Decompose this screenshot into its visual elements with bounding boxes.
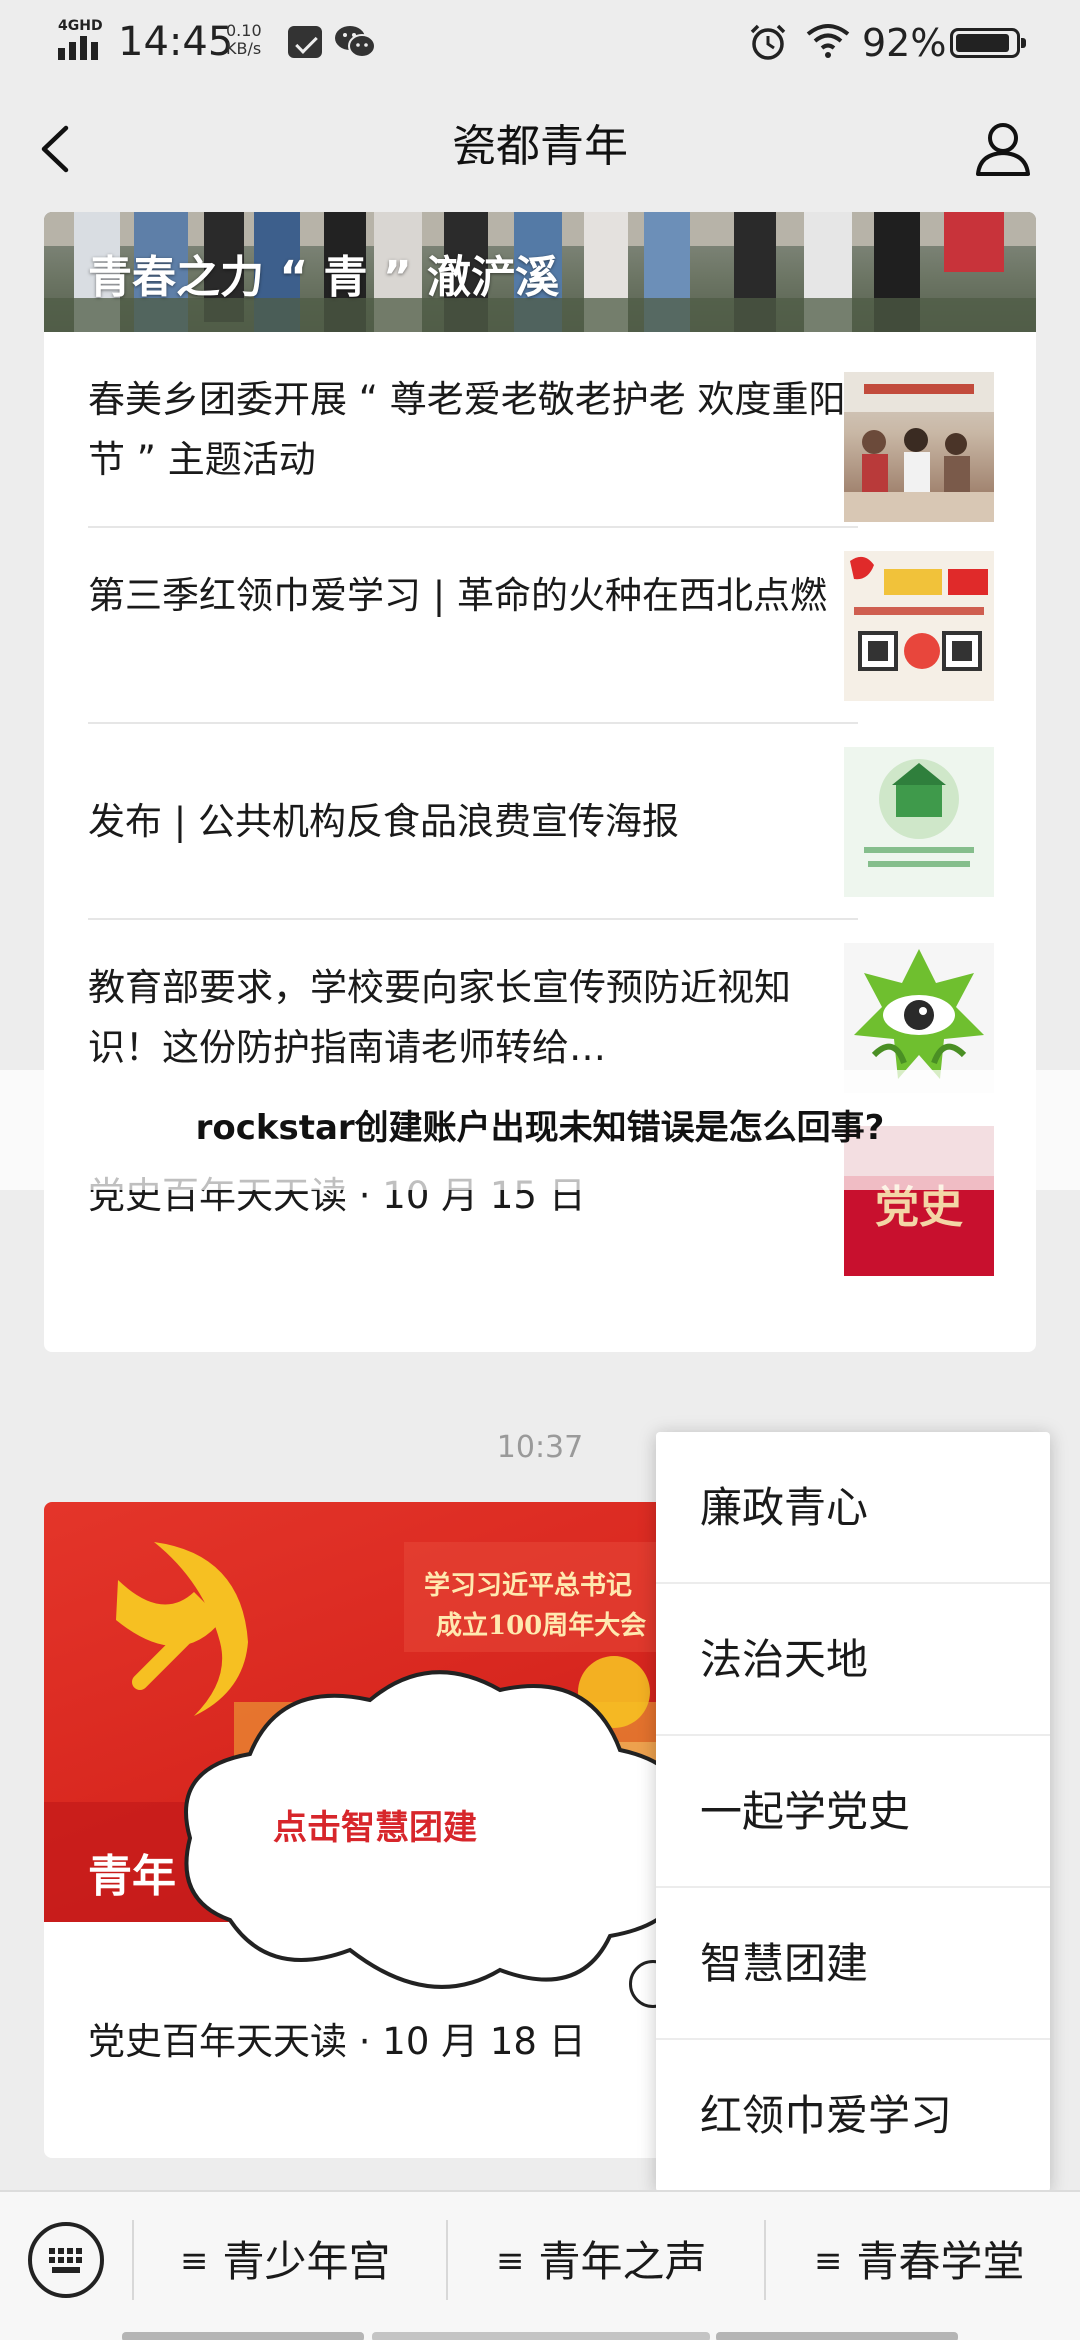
news-title: 春美乡团委开展 “ 尊老爱老敬老护老 欢度重阳节 ” 主题活动 — [88, 378, 846, 481]
keyboard-icon — [49, 2248, 82, 2273]
bottom-menu-youth-voice[interactable]: ≡ 青年之声 — [496, 2226, 707, 2296]
battery-percent: 92% — [862, 21, 947, 65]
callout-text: 点击智慧团建 — [273, 1808, 477, 1848]
news-title: 教育部要求，学校要向家长宣传预防近视知识！这份防护指南请老师转给… — [88, 966, 791, 1069]
menu-item-label: 廉政青心 — [700, 1483, 869, 1532]
network-speed: 0.10 KB/s — [226, 22, 286, 58]
menu-item-red-scarf-study[interactable]: 红领巾爱学习 — [656, 2040, 1050, 2192]
news-thumbnail — [844, 747, 994, 897]
banner-line-2: 成立100周年大会 — [436, 1610, 646, 1641]
status-bar: 4GHD 14:45 0.10 KB/s 92% — [0, 0, 1080, 86]
keyboard-toggle-button[interactable] — [28, 2222, 104, 2298]
hero-banner[interactable]: 青春之力 “ 青 ” 澈浐溪 — [44, 212, 1036, 332]
menu-item-label: 法治天地 — [700, 1635, 869, 1684]
news-title: 发布 | 公共机构反食品浪费宣传海报 — [88, 800, 679, 843]
battery-fill — [956, 34, 1009, 52]
profile-icon[interactable] — [970, 116, 1036, 182]
speed-value: 0.10 — [226, 21, 262, 40]
menu-item-clean-governance[interactable]: 廉政青心 — [656, 1432, 1050, 1584]
notification-icon — [288, 26, 322, 58]
bottom-menu-youth-palace[interactable]: ≡ 青少年宫 — [180, 2226, 391, 2296]
bottom-menu-youth-school[interactable]: ≡ 青春学堂 — [814, 2226, 1025, 2296]
menu-list-icon: ≡ — [814, 2241, 843, 2281]
divider — [764, 2220, 766, 2300]
signal-icon — [58, 36, 98, 60]
news-item[interactable]: 春美乡团委开展 “ 尊老爱老敬老护老 欢度重阳节 ” 主题活动 — [44, 332, 1036, 528]
divider — [446, 2220, 448, 2300]
cover-caption: 青年 — [88, 1851, 176, 1902]
alarm-icon — [750, 24, 786, 60]
bottom-menu-label: 青年之声 — [538, 2237, 707, 2286]
news-thumbnail — [844, 372, 994, 522]
battery-icon — [950, 28, 1026, 58]
news-thumbnail — [844, 551, 994, 701]
status-time: 14:45 — [118, 19, 234, 65]
menu-item-label: 智慧团建 — [700, 1939, 869, 1988]
page-title: 瓷都青年 — [452, 121, 628, 172]
bottom-menu-label: 青少年宫 — [222, 2237, 391, 2286]
scroll-indicator — [372, 2332, 710, 2340]
news-item[interactable]: 发布 | 公共机构反食品浪费宣传海报 — [44, 724, 1036, 920]
banner-line-1: 学习习近平总书记 — [424, 1570, 632, 1601]
overlay-question: rockstar创建账户出现未知错误是怎么回事? — [195, 1108, 885, 1148]
hero-caption: 青春之力 “ 青 ” 澈浐溪 — [88, 252, 560, 303]
wechat-icon — [335, 26, 376, 58]
news-item[interactable]: 第三季红领巾爱学习 | 革命的火种在西北点燃 — [44, 528, 1036, 724]
menu-item-label: 红领巾爱学习 — [700, 2091, 953, 2140]
article-subtitle: 党史百年天天读 · 10 月 18 日 — [88, 2020, 586, 2063]
wifi-icon — [806, 24, 850, 58]
menu-item-smart-league[interactable]: 智慧团建 — [656, 1888, 1050, 2040]
divider — [132, 2220, 134, 2300]
poster-graphic — [844, 551, 994, 701]
menu-item-study-party-history[interactable]: 一起学党史 — [656, 1736, 1050, 1888]
speed-unit: KB/s — [226, 39, 262, 58]
scroll-indicator — [716, 2332, 958, 2340]
nav-bar: 瓷都青年 — [0, 86, 1080, 212]
news-title: 第三季红领巾爱学习 | 革命的火种在西北点燃 — [88, 574, 827, 617]
popup-menu: 廉政青心 法治天地 一起学党史 智慧团建 红领巾爱学习 — [656, 1432, 1050, 2192]
scroll-indicator — [122, 2332, 364, 2340]
poster-graphic — [844, 747, 994, 897]
menu-list-icon: ≡ — [496, 2241, 525, 2281]
menu-item-label: 一起学党史 — [700, 1787, 911, 1836]
bottom-menu-label: 青春学堂 — [856, 2237, 1025, 2286]
menu-item-rule-of-law[interactable]: 法治天地 — [656, 1584, 1050, 1736]
bottom-menu-bar: ≡ 青少年宫 ≡ 青年之声 ≡ 青春学堂 — [0, 2190, 1080, 2340]
menu-list-icon: ≡ — [180, 2241, 209, 2281]
